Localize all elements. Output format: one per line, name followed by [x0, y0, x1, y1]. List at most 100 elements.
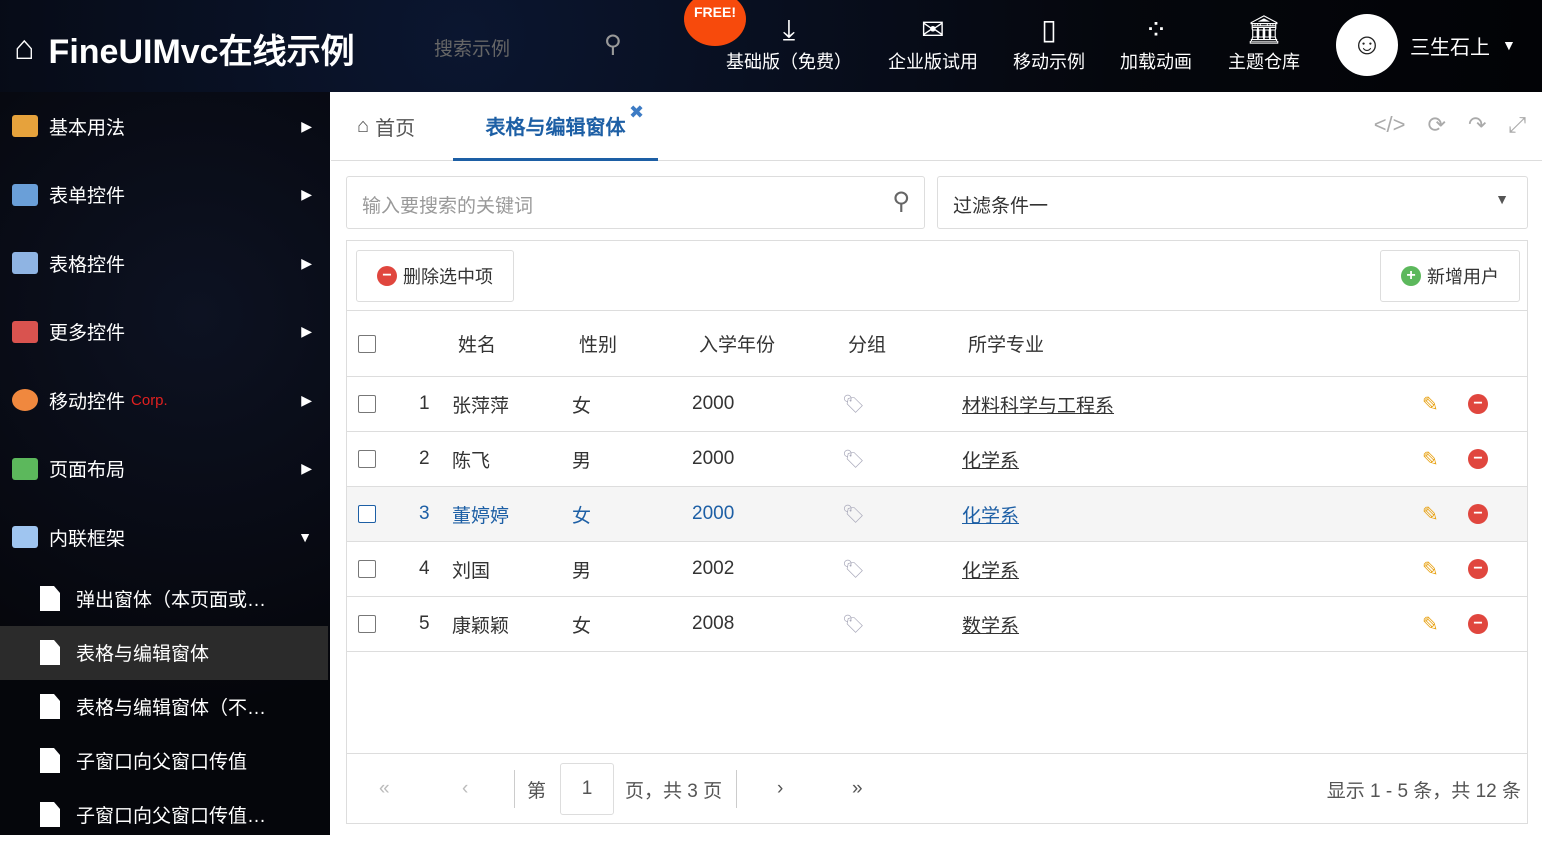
- next-page-icon[interactable]: ›: [777, 754, 783, 824]
- tab-home[interactable]: ⌂ 首页: [357, 92, 415, 161]
- table-row[interactable]: 3 董婷婷 女 2000 🏷 化学系 ✎ −: [347, 487, 1527, 542]
- file-icon: [40, 748, 60, 773]
- tag-icon: 🏷: [842, 393, 865, 414]
- spinner-icon: ⁘: [1144, 14, 1168, 45]
- expand-icon[interactable]: ⤢: [1508, 112, 1526, 138]
- sidebar-item-mobile[interactable]: 移动控件 Corp. ▶: [0, 366, 330, 435]
- sidebar-item-grid[interactable]: 表格控件 ▶: [0, 229, 330, 298]
- last-page-icon[interactable]: »: [852, 754, 863, 824]
- nav-basic[interactable]: ⤓ 基础版（免费）: [726, 12, 852, 74]
- row-checkbox[interactable]: [358, 450, 376, 468]
- column-group[interactable]: 分组: [848, 311, 886, 376]
- add-user-button[interactable]: + 新增用户: [1380, 250, 1520, 302]
- corp-badge: Corp.: [131, 391, 168, 409]
- search-icon[interactable]: ⚲: [892, 187, 910, 216]
- caret-right-icon: ▶: [301, 254, 312, 271]
- delete-row-icon[interactable]: −: [1468, 504, 1488, 524]
- row-number: 2: [419, 448, 430, 469]
- user-menu[interactable]: ☺ 三生石上 ▼: [1336, 14, 1516, 76]
- edit-pencil-icon[interactable]: ✎: [1422, 487, 1439, 541]
- house-icon: [12, 115, 38, 138]
- edit-pencil-icon[interactable]: ✎: [1422, 597, 1439, 651]
- sidebar-item-iframe[interactable]: 内联框架 ▼: [0, 503, 330, 572]
- refresh-icon[interactable]: ⟳: [1428, 112, 1446, 138]
- select-all-checkbox[interactable]: [358, 334, 376, 353]
- cell-gender: 女: [572, 395, 592, 417]
- cell-major-link[interactable]: 化学系: [962, 542, 1019, 596]
- pager: « ‹ 第 1 页，共 3 页 › » 显示 1 - 5 条，共 12 条: [347, 753, 1527, 823]
- table-row[interactable]: 5 康颖颖 女 2008 🏷 数学系 ✎ −: [347, 597, 1527, 652]
- table-icon: [12, 252, 38, 275]
- delete-row-icon[interactable]: −: [1468, 449, 1488, 469]
- row-number: 4: [419, 558, 430, 579]
- sidebar-subitem[interactable]: 弹出窗体（本页面或…: [0, 572, 330, 626]
- plus-circle-icon: +: [1401, 266, 1421, 286]
- home-icon: ⌂: [14, 29, 35, 67]
- sidebar-subitem[interactable]: 子窗口向父窗口传值…: [0, 788, 330, 842]
- sidebar-item-form[interactable]: 表单控件 ▶: [0, 161, 330, 230]
- edit-pencil-icon[interactable]: ✎: [1422, 377, 1439, 431]
- tag-icon: 🏷: [842, 448, 865, 469]
- sidebar-item-more[interactable]: 更多控件 ▶: [0, 298, 330, 367]
- search-input[interactable]: 输入要搜索的关键词 ⚲: [346, 176, 925, 229]
- pager-summary: 显示 1 - 5 条，共 12 条: [1326, 780, 1521, 802]
- row-checkbox[interactable]: [358, 505, 376, 523]
- table-row[interactable]: 1 张萍萍 女 2000 🏷 材料科学与工程系 ✎ −: [347, 377, 1527, 432]
- sidebar-item-layout[interactable]: 页面布局 ▶: [0, 435, 330, 504]
- sidebar-subitem[interactable]: 子窗口向父窗口传值: [0, 734, 330, 788]
- cell-gender: 男: [572, 560, 592, 582]
- form-icon: [12, 183, 38, 206]
- cell-gender: 女: [572, 615, 592, 637]
- code-icon[interactable]: </>: [1374, 112, 1406, 138]
- main-panel: ⌂ 首页 表格与编辑窗体 ✖ </> ⟳ ↷ ⤢ 输入要搜索的关键词 ⚲ 过滤条件一 ▼ −…: [331, 92, 1542, 835]
- row-checkbox[interactable]: [358, 395, 376, 413]
- nav-themes[interactable]: 🏛 主题仓库: [1228, 12, 1300, 74]
- filter-select[interactable]: 过滤条件一 ▼: [937, 176, 1528, 229]
- nav-mobile[interactable]: ▯ 移动示例: [1013, 12, 1085, 74]
- search-icon[interactable]: ⚲: [604, 30, 622, 59]
- share-icon[interactable]: ↷: [1468, 112, 1486, 138]
- sidebar-item-basic[interactable]: 基本用法 ▶: [0, 92, 330, 161]
- nav-loading[interactable]: ⁘ 加载动画: [1120, 12, 1192, 74]
- edit-pencil-icon[interactable]: ✎: [1422, 432, 1439, 486]
- header-search-input[interactable]: 搜索示例: [434, 34, 510, 61]
- column-major[interactable]: 所学专业: [968, 311, 1044, 376]
- sidebar-subitem[interactable]: 表格与编辑窗体（不…: [0, 680, 330, 734]
- row-checkbox[interactable]: [358, 560, 376, 578]
- delete-row-icon[interactable]: −: [1468, 559, 1488, 579]
- prev-page-icon[interactable]: ‹: [462, 754, 468, 824]
- first-page-icon[interactable]: «: [379, 754, 390, 824]
- nav-enterprise[interactable]: ✉ 企业版试用: [888, 12, 978, 74]
- blocks-icon: [12, 320, 38, 343]
- top-header: ⌂ FineUIMvc在线示例 搜索示例 ⚲ FREE! ⤓ 基础版（免费） ✉ 企业…: [0, 0, 1542, 92]
- sidebar-subitem-active[interactable]: 表格与编辑窗体: [0, 625, 328, 680]
- cell-name: 张萍萍: [452, 395, 510, 417]
- cell-major-link[interactable]: 数学系: [962, 597, 1019, 651]
- cell-major-link[interactable]: 化学系: [962, 432, 1019, 486]
- caret-right-icon: ▶: [301, 460, 312, 477]
- caret-down-icon: ▼: [298, 529, 312, 546]
- table-row[interactable]: 4 刘国 男 2002 🏷 化学系 ✎ −: [347, 542, 1527, 597]
- column-gender[interactable]: 性别: [579, 311, 617, 376]
- cell-gender: 女: [572, 505, 592, 527]
- column-year[interactable]: 入学年份: [699, 311, 775, 376]
- caret-right-icon: ▶: [301, 391, 312, 408]
- row-checkbox[interactable]: [358, 615, 376, 633]
- delete-row-icon[interactable]: −: [1468, 394, 1488, 414]
- layout-icon: [12, 457, 38, 480]
- page-input[interactable]: 1: [560, 763, 614, 815]
- edit-pencil-icon[interactable]: ✎: [1422, 542, 1439, 596]
- logo[interactable]: ⌂ FineUIMvc在线示例: [14, 24, 355, 73]
- row-number: 3: [419, 503, 430, 524]
- caret-down-icon: ▼: [1495, 191, 1509, 207]
- data-grid: − 删除选中项 + 新增用户 姓名 性别 入学年份 分组 所学专业 1 张萍萍 女 …: [346, 240, 1528, 824]
- close-tab-icon[interactable]: ✖: [629, 102, 644, 123]
- row-number: 5: [419, 613, 430, 634]
- table-row[interactable]: 2 陈飞 男 2000 🏷 化学系 ✎ −: [347, 432, 1527, 487]
- delete-row-icon[interactable]: −: [1468, 614, 1488, 634]
- cell-major-link[interactable]: 材料科学与工程系: [962, 377, 1114, 431]
- delete-selected-button[interactable]: − 删除选中项: [356, 250, 514, 302]
- cell-major-link[interactable]: 化学系: [962, 487, 1019, 541]
- column-name[interactable]: 姓名: [458, 311, 496, 376]
- tab-grid-edit[interactable]: 表格与编辑窗体: [453, 92, 658, 161]
